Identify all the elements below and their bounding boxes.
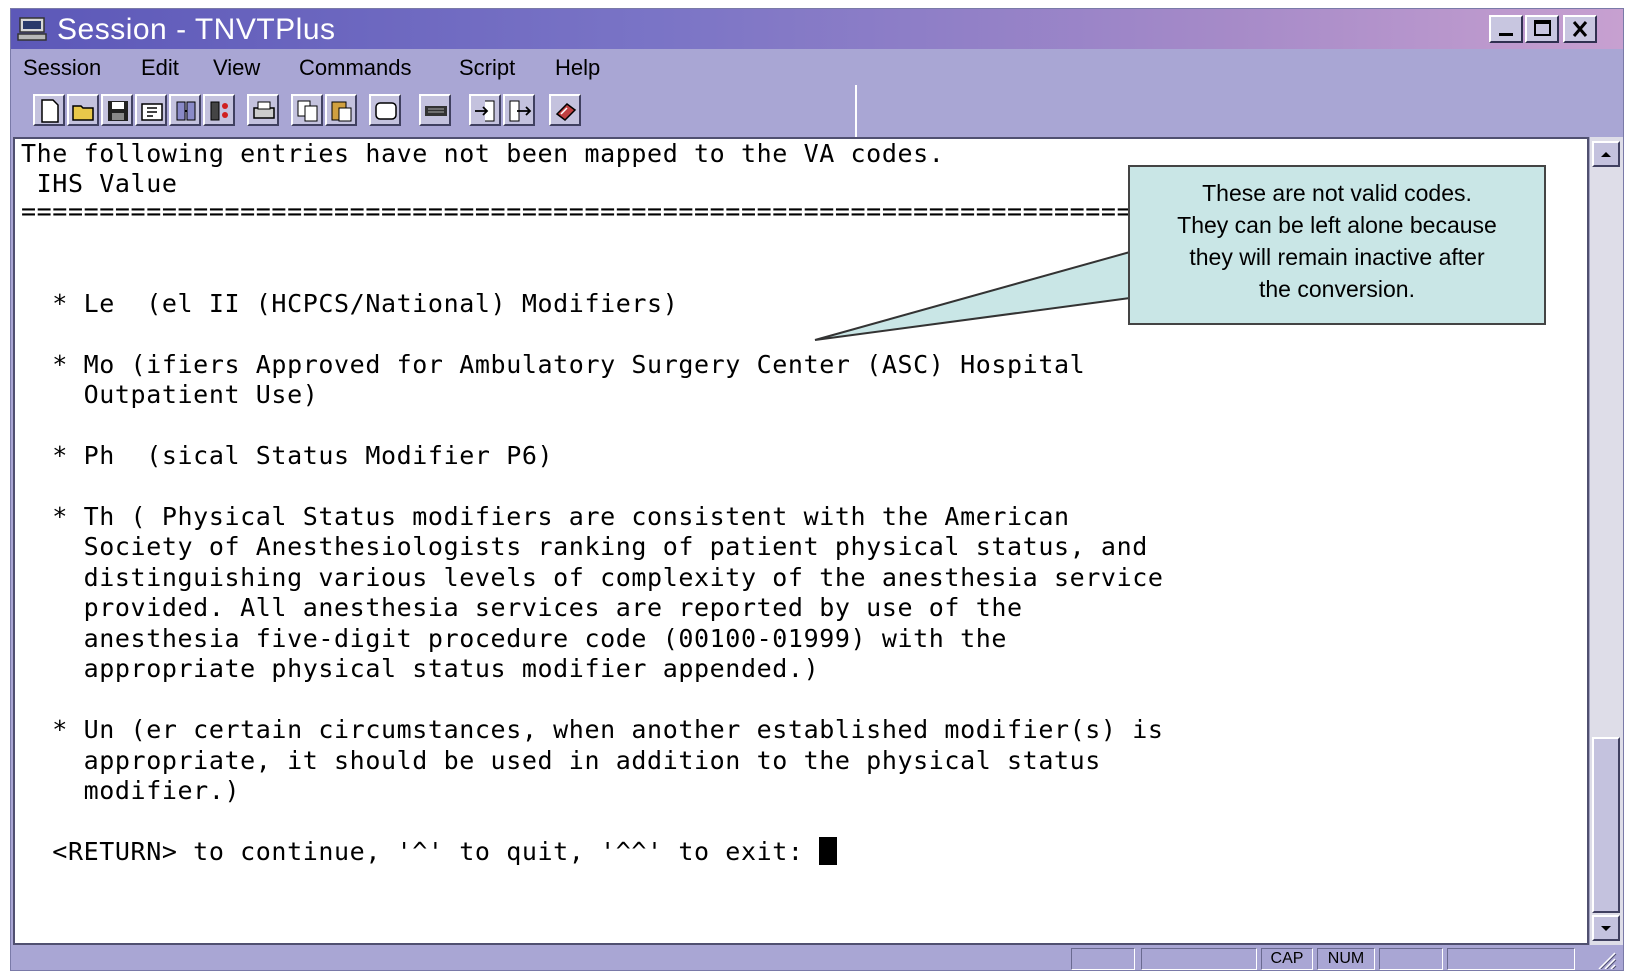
terminal-line: * Un (er certain circumstances, when ano…: [21, 715, 1164, 744]
save-icon: [108, 101, 128, 121]
keyboard-button[interactable]: [419, 94, 451, 126]
annotation-callout: These are not valid codes. They can be l…: [1128, 165, 1546, 325]
properties-button[interactable]: [135, 94, 167, 126]
terminal-prompt: <RETURN> to continue, '^' to quit, '^^' …: [21, 837, 838, 867]
num-lock-indicator: NUM: [1317, 948, 1375, 970]
close-icon: [1572, 21, 1588, 37]
vertical-scrollbar[interactable]: [1589, 137, 1623, 945]
terminal-line: * Ph (sical Status Modifier P6): [21, 441, 554, 470]
menu-view[interactable]: View: [213, 55, 260, 81]
maximize-icon: [1534, 20, 1551, 36]
send-file-button[interactable]: [503, 94, 535, 126]
status-cell: [1141, 948, 1257, 970]
scroll-down-button[interactable]: [1592, 915, 1620, 941]
terminal-line: * Mo (ifiers Approved for Ambulatory Sur…: [21, 350, 1086, 379]
terminal-window: Session - TNVTPlus Session Edit View Com…: [10, 8, 1624, 971]
callout-line: These are not valid codes.: [1202, 180, 1472, 206]
connect-icon: [176, 101, 196, 121]
status-cell: [1379, 948, 1443, 970]
copy-button[interactable]: [291, 94, 323, 126]
open-icon: [72, 105, 94, 121]
terminal-line: IHS Value: [21, 169, 178, 198]
print-icon: [253, 101, 275, 119]
menu-bar: Session Edit View Commands Script Help: [11, 49, 1623, 85]
maximize-button[interactable]: [1525, 15, 1559, 43]
receive-file-icon: [475, 100, 495, 122]
resize-grip-icon[interactable]: [1595, 949, 1617, 969]
paste-icon: [331, 101, 352, 122]
terminal-line: provided. All anesthesia services are re…: [21, 593, 1023, 622]
toolbar: [11, 85, 857, 137]
terminal-line: Society of Anesthesiologists ranking of …: [21, 532, 1148, 561]
arrow-up-icon: [1601, 152, 1611, 157]
copy-icon: [297, 100, 318, 122]
terminal-line: appropriate physical status modifier app…: [21, 654, 820, 683]
terminal-line: distinguishing various levels of complex…: [21, 563, 1164, 592]
disconnect-button[interactable]: [203, 94, 235, 126]
macro-icon: [555, 103, 577, 121]
callout-line: the conversion.: [1259, 276, 1415, 302]
macro-button[interactable]: [549, 94, 581, 126]
new-session-icon: [41, 99, 59, 123]
print-button[interactable]: [247, 94, 279, 126]
properties-icon: [141, 103, 163, 121]
display-icon: [375, 102, 397, 120]
minimize-icon: [1499, 33, 1513, 36]
window-title: Session - TNVTPlus: [57, 13, 336, 46]
scroll-up-button[interactable]: [1592, 141, 1620, 167]
text-cursor: [819, 837, 838, 865]
terminal-line: appropriate, it should be used in additi…: [21, 746, 1101, 775]
menu-commands[interactable]: Commands: [299, 55, 411, 81]
status-bar: CAP NUM: [11, 945, 1623, 972]
menu-script[interactable]: Script: [459, 55, 515, 81]
terminal-line: anesthesia five-digit procedure code (00…: [21, 624, 1008, 653]
menu-help[interactable]: Help: [555, 55, 600, 81]
send-file-icon: [509, 100, 532, 122]
open-button[interactable]: [67, 94, 99, 126]
connect-button[interactable]: [169, 94, 201, 126]
title-bar[interactable]: Session - TNVTPlus: [11, 9, 1623, 49]
arrow-down-icon: [1601, 926, 1611, 931]
keyboard-icon: [425, 106, 447, 116]
menu-edit[interactable]: Edit: [141, 55, 179, 81]
terminal-line: Outpatient Use): [21, 380, 319, 409]
terminal-line: * Th ( Physical Status modifiers are con…: [21, 502, 1070, 531]
menu-session[interactable]: Session: [23, 55, 101, 81]
callout-line: they will remain inactive after: [1189, 244, 1485, 270]
caps-lock-indicator: CAP: [1261, 948, 1313, 970]
status-cell: [1071, 948, 1135, 970]
status-cell: [1447, 948, 1575, 970]
terminal-line: * Le (el II (HCPCS/National) Modifiers): [21, 289, 679, 318]
terminal-app-icon: [17, 17, 47, 41]
terminal-line: The following entries have not been mapp…: [21, 139, 945, 168]
terminal-line: modifier.): [21, 776, 241, 805]
disconnect-icon: [210, 101, 228, 121]
prompt-text: <RETURN> to continue, '^' to quit, '^^' …: [21, 837, 820, 866]
save-button[interactable]: [101, 94, 133, 126]
new-session-button[interactable]: [33, 94, 65, 126]
minimize-button[interactable]: [1489, 15, 1523, 43]
close-button[interactable]: [1563, 15, 1597, 43]
scrollbar-thumb[interactable]: [1592, 737, 1620, 913]
callout-line: They can be left alone because: [1177, 212, 1497, 238]
receive-file-button[interactable]: [469, 94, 501, 126]
paste-button[interactable]: [325, 94, 357, 126]
display-button[interactable]: [369, 94, 401, 126]
